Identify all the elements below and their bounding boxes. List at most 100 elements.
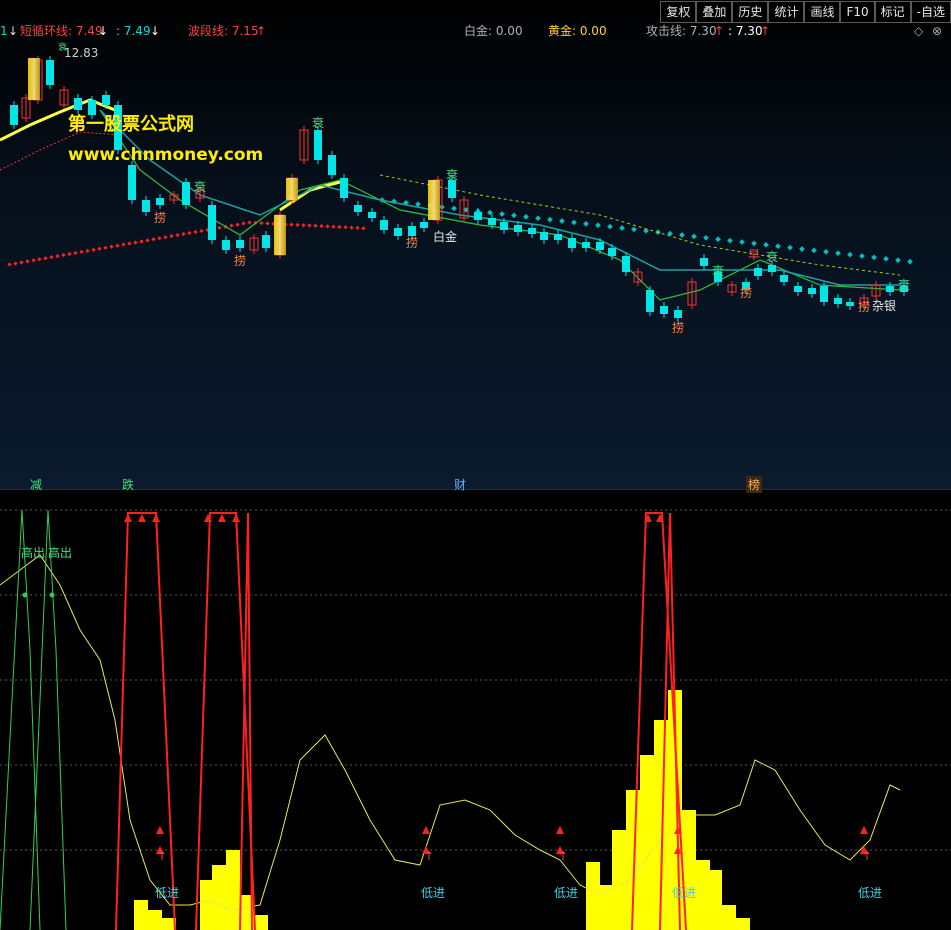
close-circle-icon[interactable]: ⊗	[932, 22, 942, 40]
marker-wealth: 财	[454, 478, 467, 492]
tool-button-draw[interactable]: 画线	[804, 1, 841, 23]
support-dot	[157, 236, 162, 241]
tool-button-fuquan[interactable]: 复权	[660, 1, 697, 23]
candle-body-down	[222, 240, 230, 250]
signal-decline: 衰	[58, 43, 68, 53]
support-dot	[97, 246, 102, 251]
candle-body-down	[568, 238, 576, 248]
signal-decline: 衰	[194, 180, 207, 194]
candle-body-down	[10, 105, 18, 125]
indicator-fragment-arrow: ↓	[8, 24, 19, 38]
support-dot	[145, 238, 150, 243]
candle-body-down	[674, 310, 682, 318]
resistance-dot	[535, 215, 541, 222]
resistance-dot	[787, 244, 793, 251]
top-arrow-icon	[138, 514, 146, 522]
up-arrow-icon: ↑	[157, 849, 167, 863]
candle-body-down	[182, 182, 190, 205]
histogram-bar	[612, 830, 626, 930]
candle-body-down	[540, 232, 548, 240]
support-dot	[295, 222, 300, 228]
candle-body-down	[354, 205, 362, 212]
up-arrow-icon: ↑	[676, 849, 686, 863]
histogram-bar	[254, 915, 268, 930]
label-low-in: 低进	[672, 886, 697, 900]
resistance-dot	[451, 205, 457, 212]
signal-decline: 衰	[898, 278, 911, 292]
support-dot	[169, 234, 174, 239]
histogram-bar	[722, 905, 736, 930]
signal-catch: 捞	[858, 300, 871, 314]
diamond-icon[interactable]: ◇	[914, 22, 923, 40]
candle-body-down	[236, 240, 244, 248]
resistance-dot	[859, 253, 865, 259]
tool-button-f10[interactable]: F10	[840, 1, 875, 23]
resistance-dot	[631, 226, 637, 233]
signal-decline: 衰	[312, 116, 325, 130]
signal-catch: 捞	[406, 236, 419, 250]
histogram-bar	[640, 755, 654, 930]
high-price-label: 12.83	[64, 46, 99, 60]
indicator-fragment: 1	[0, 24, 8, 38]
resistance-dot	[871, 254, 877, 261]
support-dot	[43, 256, 48, 261]
tool-button-mark[interactable]: 标记	[874, 1, 911, 23]
support-dot	[265, 221, 270, 226]
support-dot	[193, 229, 198, 235]
candle-body-down	[420, 222, 428, 228]
highlight-bar	[274, 215, 286, 255]
label-low-in: 低进	[858, 886, 883, 900]
support-dot	[115, 243, 120, 248]
support-dot	[235, 222, 240, 227]
resistance-dot	[739, 239, 745, 245]
support-dot	[349, 225, 354, 230]
support-dot	[67, 251, 72, 257]
resistance-dot	[799, 246, 805, 252]
support-dot	[337, 224, 342, 230]
marker-list: 榜	[746, 476, 763, 493]
support-dot	[13, 261, 18, 266]
green-dot	[49, 592, 55, 598]
support-dot	[313, 223, 318, 228]
candle-body-down	[500, 222, 508, 230]
tool-button-overlay[interactable]: 叠加	[696, 1, 733, 23]
support-dot	[139, 239, 144, 244]
candle-body-down	[596, 242, 604, 250]
support-dot	[7, 262, 12, 267]
tool-button-stats[interactable]: 统计	[768, 1, 805, 23]
signal-catch: 捞	[672, 321, 685, 335]
resistance-dot	[811, 247, 817, 254]
highlight-bar	[428, 180, 440, 220]
histogram-bar	[696, 860, 710, 930]
resistance-dot	[583, 220, 589, 227]
signal-decline: 衰	[766, 250, 779, 264]
highlight-bar	[28, 58, 40, 100]
indicator-attack-arrow: ↑	[714, 24, 725, 38]
candle-body-down	[142, 200, 150, 212]
support-dot	[103, 245, 108, 250]
support-dot	[85, 248, 90, 253]
signal-catch: 捞	[740, 286, 753, 300]
histogram-bar	[226, 850, 240, 930]
tool-button-watchlist[interactable]: -自选	[910, 1, 951, 23]
candle-body-down	[820, 286, 828, 302]
support-dot	[181, 231, 186, 237]
support-dot	[151, 237, 156, 242]
support-dot	[25, 259, 30, 264]
resistance-dot	[619, 225, 625, 231]
candle-body-down	[394, 228, 402, 236]
histogram-bar	[586, 862, 600, 930]
support-dot	[319, 223, 324, 229]
candle-body-down	[768, 265, 776, 272]
indicator-attack-value-arrow: ↑	[760, 24, 771, 38]
resistance-dot	[607, 223, 613, 230]
indicator-short-cycle-value-arrow: ↓	[150, 24, 161, 38]
resistance-dot	[847, 251, 853, 258]
top-arrow-icon	[218, 514, 226, 522]
buy-triangle-icon	[156, 826, 164, 834]
tool-button-history[interactable]: 历史	[732, 1, 769, 23]
candle-body-down	[328, 155, 336, 175]
candle-body-down	[528, 228, 536, 234]
buy-triangle-icon	[860, 826, 868, 834]
support-dot	[217, 225, 222, 230]
